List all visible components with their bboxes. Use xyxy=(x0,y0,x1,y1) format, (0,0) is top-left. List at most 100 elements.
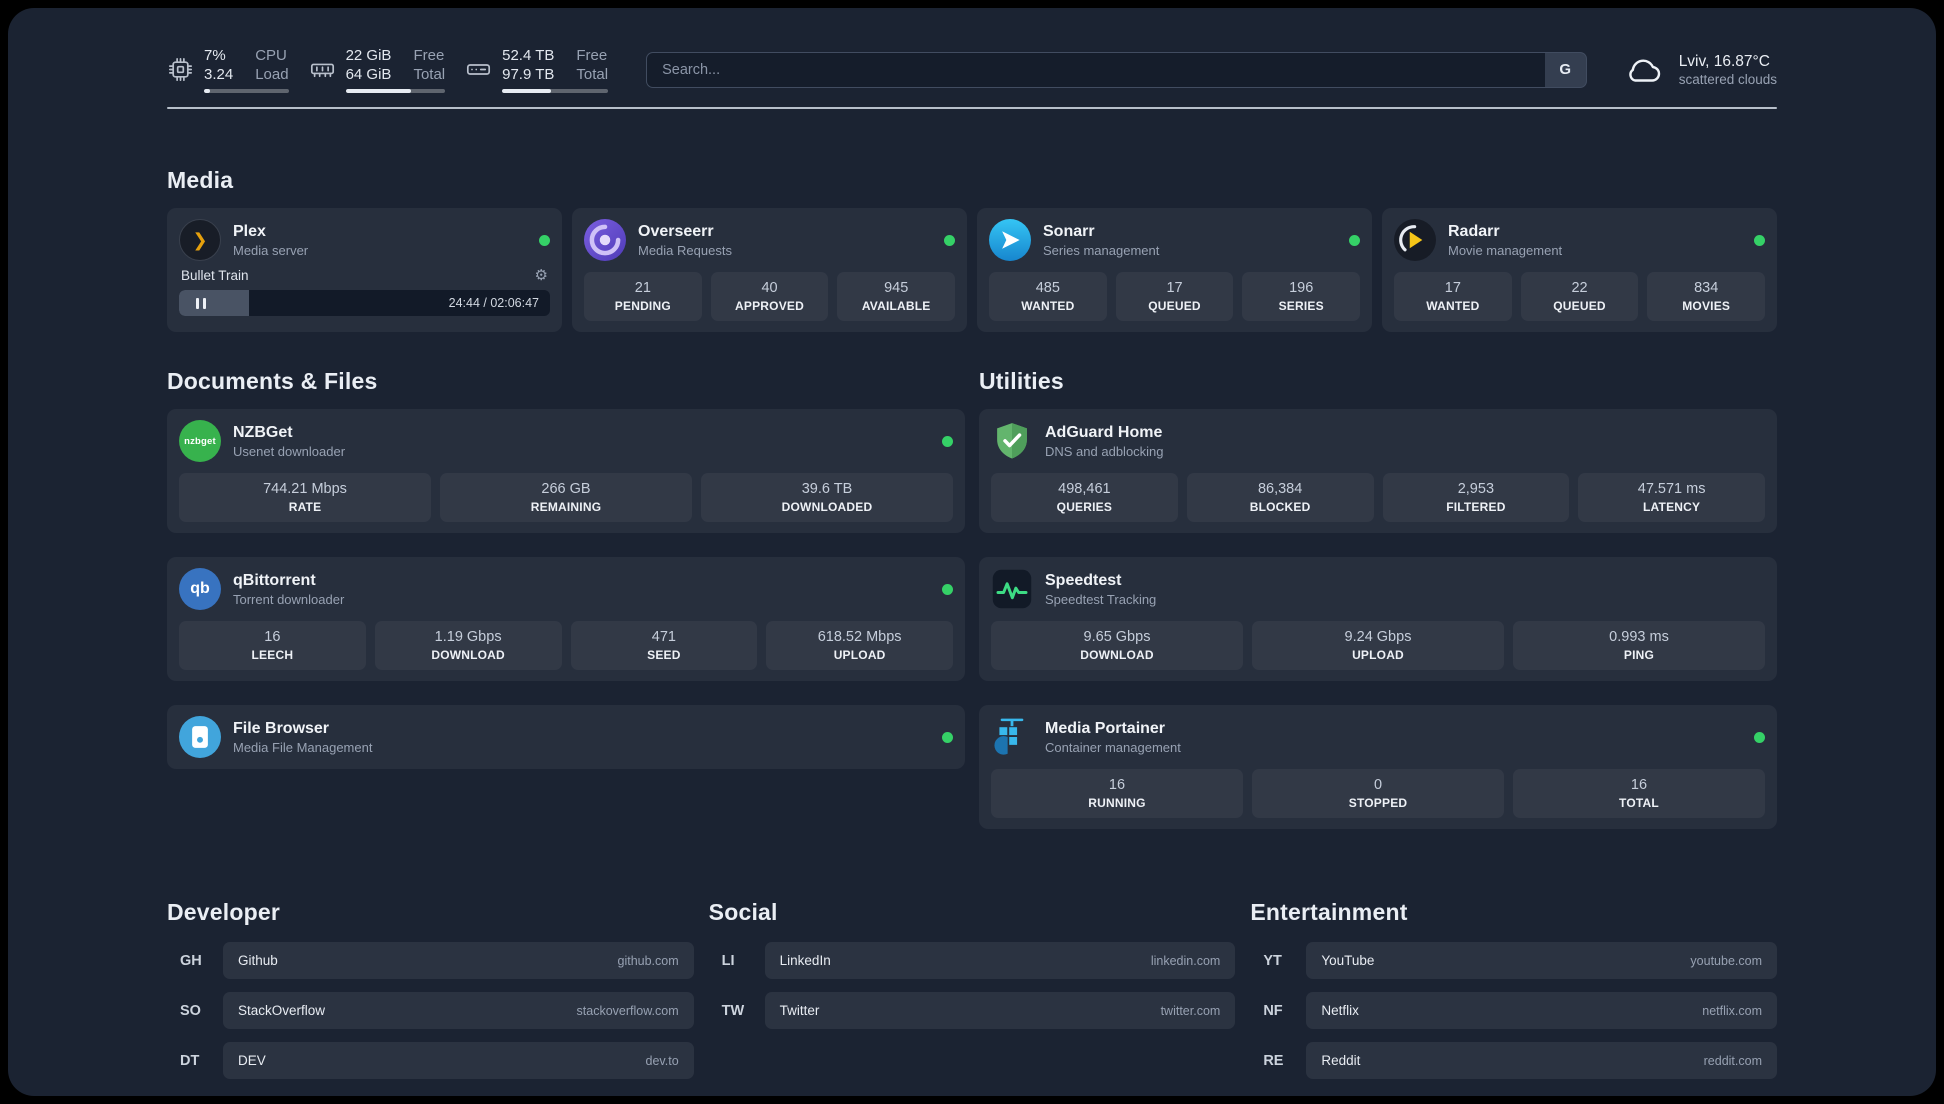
section-documents: Documents & Files nzbget NZBGet Usenet d… xyxy=(167,368,965,770)
stat-tile: 471 SEED xyxy=(570,621,758,671)
stat-label: STOPPED xyxy=(1348,796,1408,811)
service-card-sonarr[interactable]: Sonarr Series management 485 WANTED 17 Q… xyxy=(977,208,1372,333)
bookmark-github[interactable]: GH Github github.com xyxy=(167,942,694,980)
bookmark-stackoverflow[interactable]: SO StackOverflow stackoverflow.com xyxy=(167,992,694,1030)
bookmark-name: StackOverflow xyxy=(238,1003,326,1019)
section-title-documents: Documents & Files xyxy=(167,368,378,395)
topbar-divider xyxy=(167,107,1777,110)
cpu-percent: 7% xyxy=(204,47,226,64)
status-indicator xyxy=(942,731,953,743)
service-card-radarr[interactable]: Radarr Movie management 17 WANTED 22 QUE… xyxy=(1382,208,1777,333)
service-card-qbittorrent[interactable]: qb qBittorrent Torrent downloader 16 LEE… xyxy=(167,557,965,682)
stat-value: 0.993 ms xyxy=(1609,629,1669,646)
plex-icon: ❯ xyxy=(179,219,221,262)
stat-value: 744.21 Mbps xyxy=(263,481,347,498)
stat-label: AVAILABLE xyxy=(861,299,931,314)
service-name: qBittorrent xyxy=(233,571,316,589)
stat-value: 618.52 Mbps xyxy=(817,629,902,646)
search-bar: G xyxy=(646,51,1587,88)
playback-progress-bar[interactable]: 24:44 / 02:06:47 xyxy=(179,290,550,317)
memory-label-bottom: Total xyxy=(413,66,446,84)
disk-label-bottom: Total xyxy=(576,66,609,84)
stat-tile: 2,953 FILTERED xyxy=(1382,473,1570,523)
stat-label: SERIES xyxy=(1278,299,1324,314)
stat-value: 9.65 Gbps xyxy=(1083,629,1151,646)
service-name: Plex xyxy=(233,222,266,240)
plex-now-playing: Bullet Train ⚙ 24:44 / 02:06:47 xyxy=(179,268,550,317)
service-description: Speedtest Tracking xyxy=(1045,591,1157,607)
stat-value: 16 xyxy=(1630,777,1648,794)
memory-free: 22 GiB xyxy=(345,47,392,64)
sonarr-icon xyxy=(989,219,1031,262)
stat-tile: 17 QUEUED xyxy=(1115,272,1234,322)
stat-value: 22 xyxy=(1571,280,1588,297)
bookmark-group-title: Social xyxy=(708,899,778,926)
stat-label: BLOCKED xyxy=(1249,500,1311,515)
playback-time: 24:44 / 02:06:47 xyxy=(448,296,539,311)
bookmark-twitter[interactable]: TW Twitter twitter.com xyxy=(709,992,1236,1030)
service-description: Movie management xyxy=(1448,242,1563,258)
stat-value: 16 xyxy=(264,629,281,646)
memory-total: 64 GiB xyxy=(345,66,392,84)
bookmark-abbr: DT xyxy=(180,1052,200,1069)
stat-tile: 1.19 Gbps DOWNLOAD xyxy=(374,621,562,671)
disk-label-top: Free xyxy=(576,47,608,64)
service-description: Torrent downloader xyxy=(233,591,345,607)
service-card-plex[interactable]: ❯ Plex Media server Bullet Train ⚙ 24:44… xyxy=(167,208,562,333)
bookmark-name: YouTube xyxy=(1321,953,1375,969)
bookmark-reddit[interactable]: RE Reddit reddit.com xyxy=(1250,1042,1777,1080)
weather-widget[interactable]: Lviv, 16.87°C scattered clouds xyxy=(1621,52,1777,88)
stat-label: UPLOAD xyxy=(1352,648,1404,663)
stat-label: TOTAL xyxy=(1619,796,1659,811)
stat-tile: 16 RUNNING xyxy=(991,769,1243,819)
service-card-nzbget[interactable]: nzbget NZBGet Usenet downloader 744.21 M… xyxy=(167,409,965,534)
stat-tile: 9.24 Gbps UPLOAD xyxy=(1252,621,1504,671)
radarr-icon xyxy=(1394,219,1436,262)
bookmark-url: youtube.com xyxy=(1690,953,1762,968)
qbittorrent-icon: qb xyxy=(179,568,221,611)
stat-label: DOWNLOAD xyxy=(431,648,505,663)
service-card-overseerr[interactable]: Overseerr Media Requests 21 PENDING 40 A… xyxy=(572,208,967,333)
stat-value: 47.571 ms xyxy=(1637,481,1706,498)
bookmark-abbr: GH xyxy=(180,952,202,969)
bookmark-url: reddit.com xyxy=(1703,1053,1762,1068)
service-card-speedtest[interactable]: Speedtest Speedtest Tracking 9.65 Gbps D… xyxy=(979,557,1777,682)
stat-label: RATE xyxy=(288,500,322,515)
stat-value: 945 xyxy=(884,280,909,297)
stat-value: 39.6 TB xyxy=(801,481,853,498)
service-name: Overseerr xyxy=(638,222,714,240)
section-media: Media ❯ Plex Media server Bullet Train ⚙ xyxy=(167,167,1777,333)
status-indicator xyxy=(1754,731,1765,743)
bookmark-netflix[interactable]: NF Netflix netflix.com xyxy=(1250,992,1777,1030)
gear-icon[interactable]: ⚙ xyxy=(535,268,548,283)
bookmark-linkedin[interactable]: LI LinkedIn linkedin.com xyxy=(709,942,1236,980)
stat-tile: 485 WANTED xyxy=(989,272,1107,322)
service-name: Sonarr xyxy=(1043,222,1095,240)
cpu-usage-bar xyxy=(204,89,289,94)
stat-tile: 21 PENDING xyxy=(584,272,702,322)
filebrowser-icon xyxy=(179,716,221,759)
bookmark-url: dev.to xyxy=(645,1053,679,1068)
bookmark-group-social: Social LI LinkedIn linkedin.com TW Twitt… xyxy=(709,899,1236,1092)
stat-label: WANTED xyxy=(1021,299,1075,314)
stat-label: MOVIES xyxy=(1682,299,1731,314)
stat-label: PING xyxy=(1623,648,1655,663)
search-provider-button[interactable]: G xyxy=(1544,51,1587,88)
stat-label: APPROVED xyxy=(735,299,804,314)
service-description: Usenet downloader xyxy=(233,443,346,459)
cpu-widget: 7% 3.24 CPU Load xyxy=(167,46,289,94)
cloud-icon xyxy=(1628,59,1660,82)
search-input[interactable] xyxy=(646,51,1545,88)
pause-button[interactable] xyxy=(179,290,223,316)
disk-widget: 52.4 TB 97.9 TB Free Total xyxy=(465,46,609,94)
service-card-adguard[interactable]: AdGuard Home DNS and adblocking 498,461 … xyxy=(979,409,1777,534)
bookmark-name: DEV xyxy=(238,1053,266,1069)
stat-value: 196 xyxy=(1289,280,1314,297)
bookmark-youtube[interactable]: YT YouTube youtube.com xyxy=(1250,942,1777,980)
status-indicator xyxy=(944,234,955,246)
bookmark-dev[interactable]: DT DEV dev.to xyxy=(167,1042,694,1080)
service-card-portainer[interactable]: Media Portainer Container management 16 … xyxy=(979,705,1777,830)
stat-label: RUNNING xyxy=(1088,796,1146,811)
service-card-filebrowser[interactable]: File Browser Media File Management xyxy=(167,705,965,770)
stat-value: 17 xyxy=(1444,280,1461,297)
